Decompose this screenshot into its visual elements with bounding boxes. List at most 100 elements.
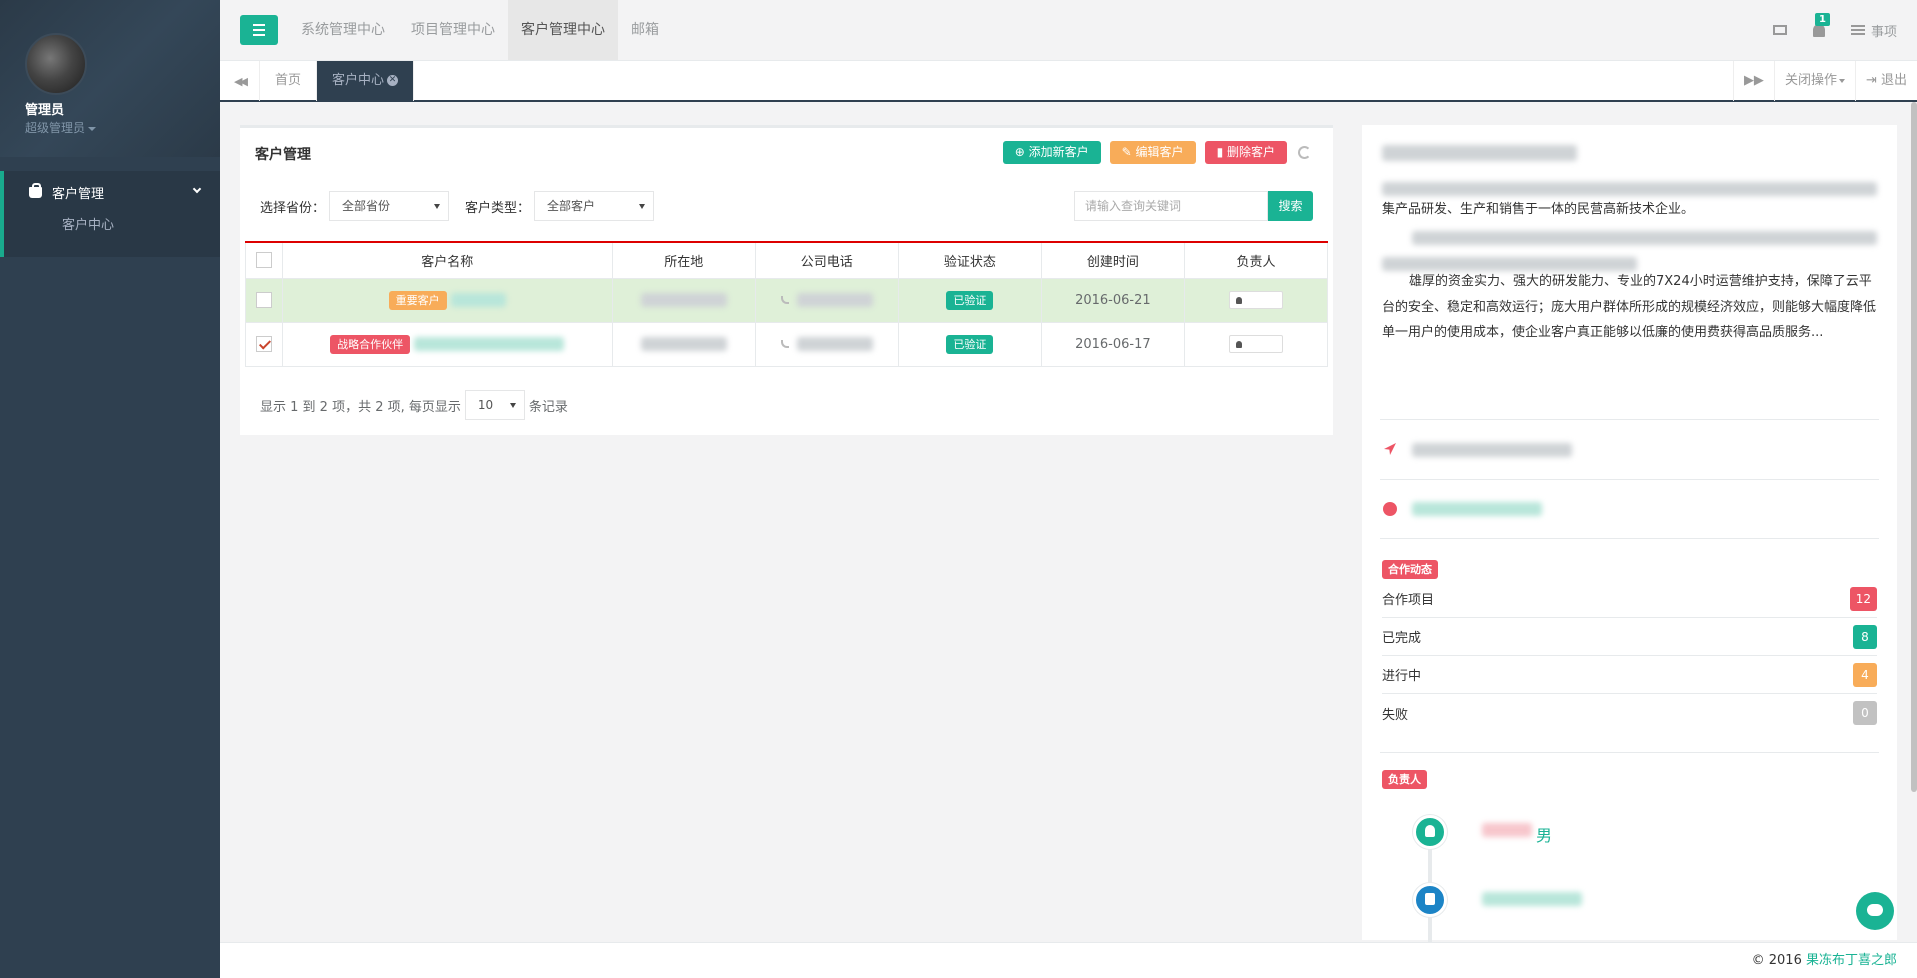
caret-down-icon [1838, 78, 1845, 83]
edit-customer-label: 编辑客户 [1135, 145, 1184, 159]
profile-header: 管理员 超级管理员 [0, 0, 220, 157]
redacted-text [1412, 502, 1542, 516]
notifications-button[interactable]: 1 [1812, 12, 1830, 37]
redacted-text [1412, 443, 1572, 457]
topnav-system[interactable]: 系统管理中心 [288, 0, 398, 60]
topnav-mail[interactable]: 邮箱 [618, 0, 672, 60]
refresh-icon[interactable] [1298, 146, 1311, 159]
close-ops-label: 关闭操作 [1784, 73, 1837, 88]
row-checkbox[interactable] [255, 336, 272, 352]
location-arrow-icon [1384, 443, 1396, 455]
location-cell [611, 277, 756, 323]
col-phone[interactable]: 公司电话 [754, 241, 899, 279]
stat-badge: 8 [1853, 624, 1877, 649]
tab-label: 客户中心 [332, 73, 385, 88]
search-input[interactable]: 请输入查询关键词 [1074, 191, 1268, 221]
customer-type-select[interactable]: 全部客户 [534, 191, 655, 221]
user-icon [1235, 297, 1242, 304]
redacted-text [1482, 823, 1532, 837]
content-tabs-bar: ◀◀ 首页 客户中心 ✕ ▶▶ 关闭操作 ⇥ 退出 [220, 61, 1917, 102]
chat-button[interactable] [1856, 892, 1894, 930]
row-checkbox-cell [245, 321, 283, 367]
province-select[interactable]: 全部省份 [329, 191, 450, 221]
tab-home[interactable]: 首页 [260, 61, 318, 101]
logout-icon: ⇥ [1865, 73, 1881, 88]
sidebar-item-customer-management[interactable]: 客户管理 [4, 171, 220, 213]
owner-section-label: 负责人 [1382, 770, 1427, 789]
page-size-select[interactable]: 10 [464, 390, 525, 420]
add-customer-label: 添加新客户 [1028, 145, 1089, 159]
col-name[interactable]: 客户名称 [281, 241, 613, 279]
type-label: 客户类型： [465, 200, 531, 216]
redacted-title [1382, 145, 1577, 161]
stat-label: 合作项目 [1382, 593, 1435, 608]
pager-suffix: 条记录 [528, 399, 568, 415]
redacted-text [796, 337, 873, 351]
envelope-icon[interactable] [1772, 25, 1787, 35]
stat-row: 进行中 4 [1382, 656, 1877, 694]
avatar[interactable] [25, 33, 87, 95]
col-location[interactable]: 所在地 [611, 241, 756, 279]
redacted-text [1382, 182, 1877, 196]
stat-row: 已完成 8 [1382, 618, 1877, 656]
edit-customer-button[interactable]: ✎ 编辑客户 [1109, 141, 1196, 164]
province-label: 选择省份： [260, 200, 326, 216]
tabs-scroll-right-button[interactable]: ▶▶ [1732, 61, 1774, 101]
stat-row: 合作项目 12 [1382, 580, 1877, 618]
redacted-text [640, 337, 727, 351]
status-badge: 已验证 [946, 290, 994, 310]
close-operations-dropdown[interactable]: 关闭操作 [1773, 61, 1855, 101]
chat-icon [1867, 904, 1883, 916]
coop-section-label: 合作动态 [1382, 560, 1438, 579]
add-customer-button[interactable]: ⊕ 添加新客户 [1002, 141, 1101, 164]
redacted-text [796, 293, 873, 307]
row-checkbox[interactable] [255, 292, 272, 308]
search-box: 请输入查询关键词 搜索 [1074, 191, 1313, 221]
redacted-text [414, 337, 565, 351]
brand-link[interactable]: 果冻布丁喜之郎 [1806, 953, 1897, 968]
detail-desc-line: 集产品研发、生产和销售于一体的民营高新技术企业。 [1382, 202, 1695, 217]
select-all-checkbox[interactable] [255, 252, 272, 269]
owner-tag[interactable] [1228, 335, 1283, 353]
tasks-label: 事项 [1870, 24, 1897, 40]
coop-stats-list: 合作项目 12 已完成 8 进行中 4 失败 0 [1362, 580, 1897, 740]
table-row[interactable]: 重要客户 已验证 2016-06-21 [245, 277, 1329, 323]
col-created[interactable]: 创建时间 [1040, 241, 1185, 279]
stat-row: 失败 0 [1382, 694, 1877, 732]
topnav-project[interactable]: 项目管理中心 [398, 0, 508, 60]
topnav-customer[interactable]: 客户管理中心 [508, 0, 618, 60]
customer-table: 客户名称 所在地 公司电话 验证状态 创建时间 负责人 重要客户 已验证 201… [245, 241, 1329, 367]
delete-customer-button[interactable]: ▮ 删除客户 [1204, 141, 1287, 164]
phone-cell [754, 277, 899, 323]
close-icon[interactable]: ✕ [387, 75, 399, 86]
tasks-icon [1850, 25, 1865, 35]
tab-customer-center[interactable]: 客户中心 ✕ [317, 61, 415, 101]
col-owner[interactable]: 负责人 [1183, 241, 1329, 279]
owner-cell [1183, 277, 1329, 323]
page-scrollbar[interactable] [1911, 102, 1917, 792]
sidebar: 管理员 超级管理员 客户管理 客户中心 [0, 0, 220, 978]
panel-title: 客户管理 [255, 147, 311, 163]
table-header-row: 客户名称 所在地 公司电话 验证状态 创建时间 负责人 [245, 241, 1329, 279]
owner-tag[interactable] [1228, 291, 1283, 309]
delete-customer-label: 删除客户 [1226, 145, 1275, 159]
sidebar-subitem-customer-center[interactable]: 客户中心 [4, 213, 220, 249]
location-cell [611, 321, 756, 367]
content-tabs: 首页 客户中心 ✕ [260, 61, 415, 101]
chevron-down-icon [192, 184, 202, 194]
tasks-button[interactable]: 事项 [1850, 21, 1897, 40]
menu-toggle-button[interactable] [240, 15, 278, 45]
col-status[interactable]: 验证状态 [897, 241, 1042, 279]
globe-icon [1383, 502, 1397, 516]
customer-tag: 重要客户 [388, 290, 447, 310]
tabs-scroll-left-button[interactable]: ◀◀ [220, 61, 260, 101]
owner-gender: 男 [1536, 826, 1553, 845]
stat-label: 已完成 [1382, 631, 1422, 646]
table-row[interactable]: 战略合作伙伴 已验证 2016-06-17 [245, 321, 1329, 367]
profile-role-dropdown[interactable]: 超级管理员 [25, 119, 220, 136]
divider [1380, 752, 1879, 753]
sidebar-item-label: 客户管理 [52, 186, 105, 202]
pagination-info: 显示 1 到 2 项，共 2 项, 每页显示 10 条记录 [260, 390, 568, 420]
logout-button[interactable]: ⇥ 退出 [1854, 61, 1917, 101]
search-button[interactable]: 搜索 [1268, 191, 1313, 221]
